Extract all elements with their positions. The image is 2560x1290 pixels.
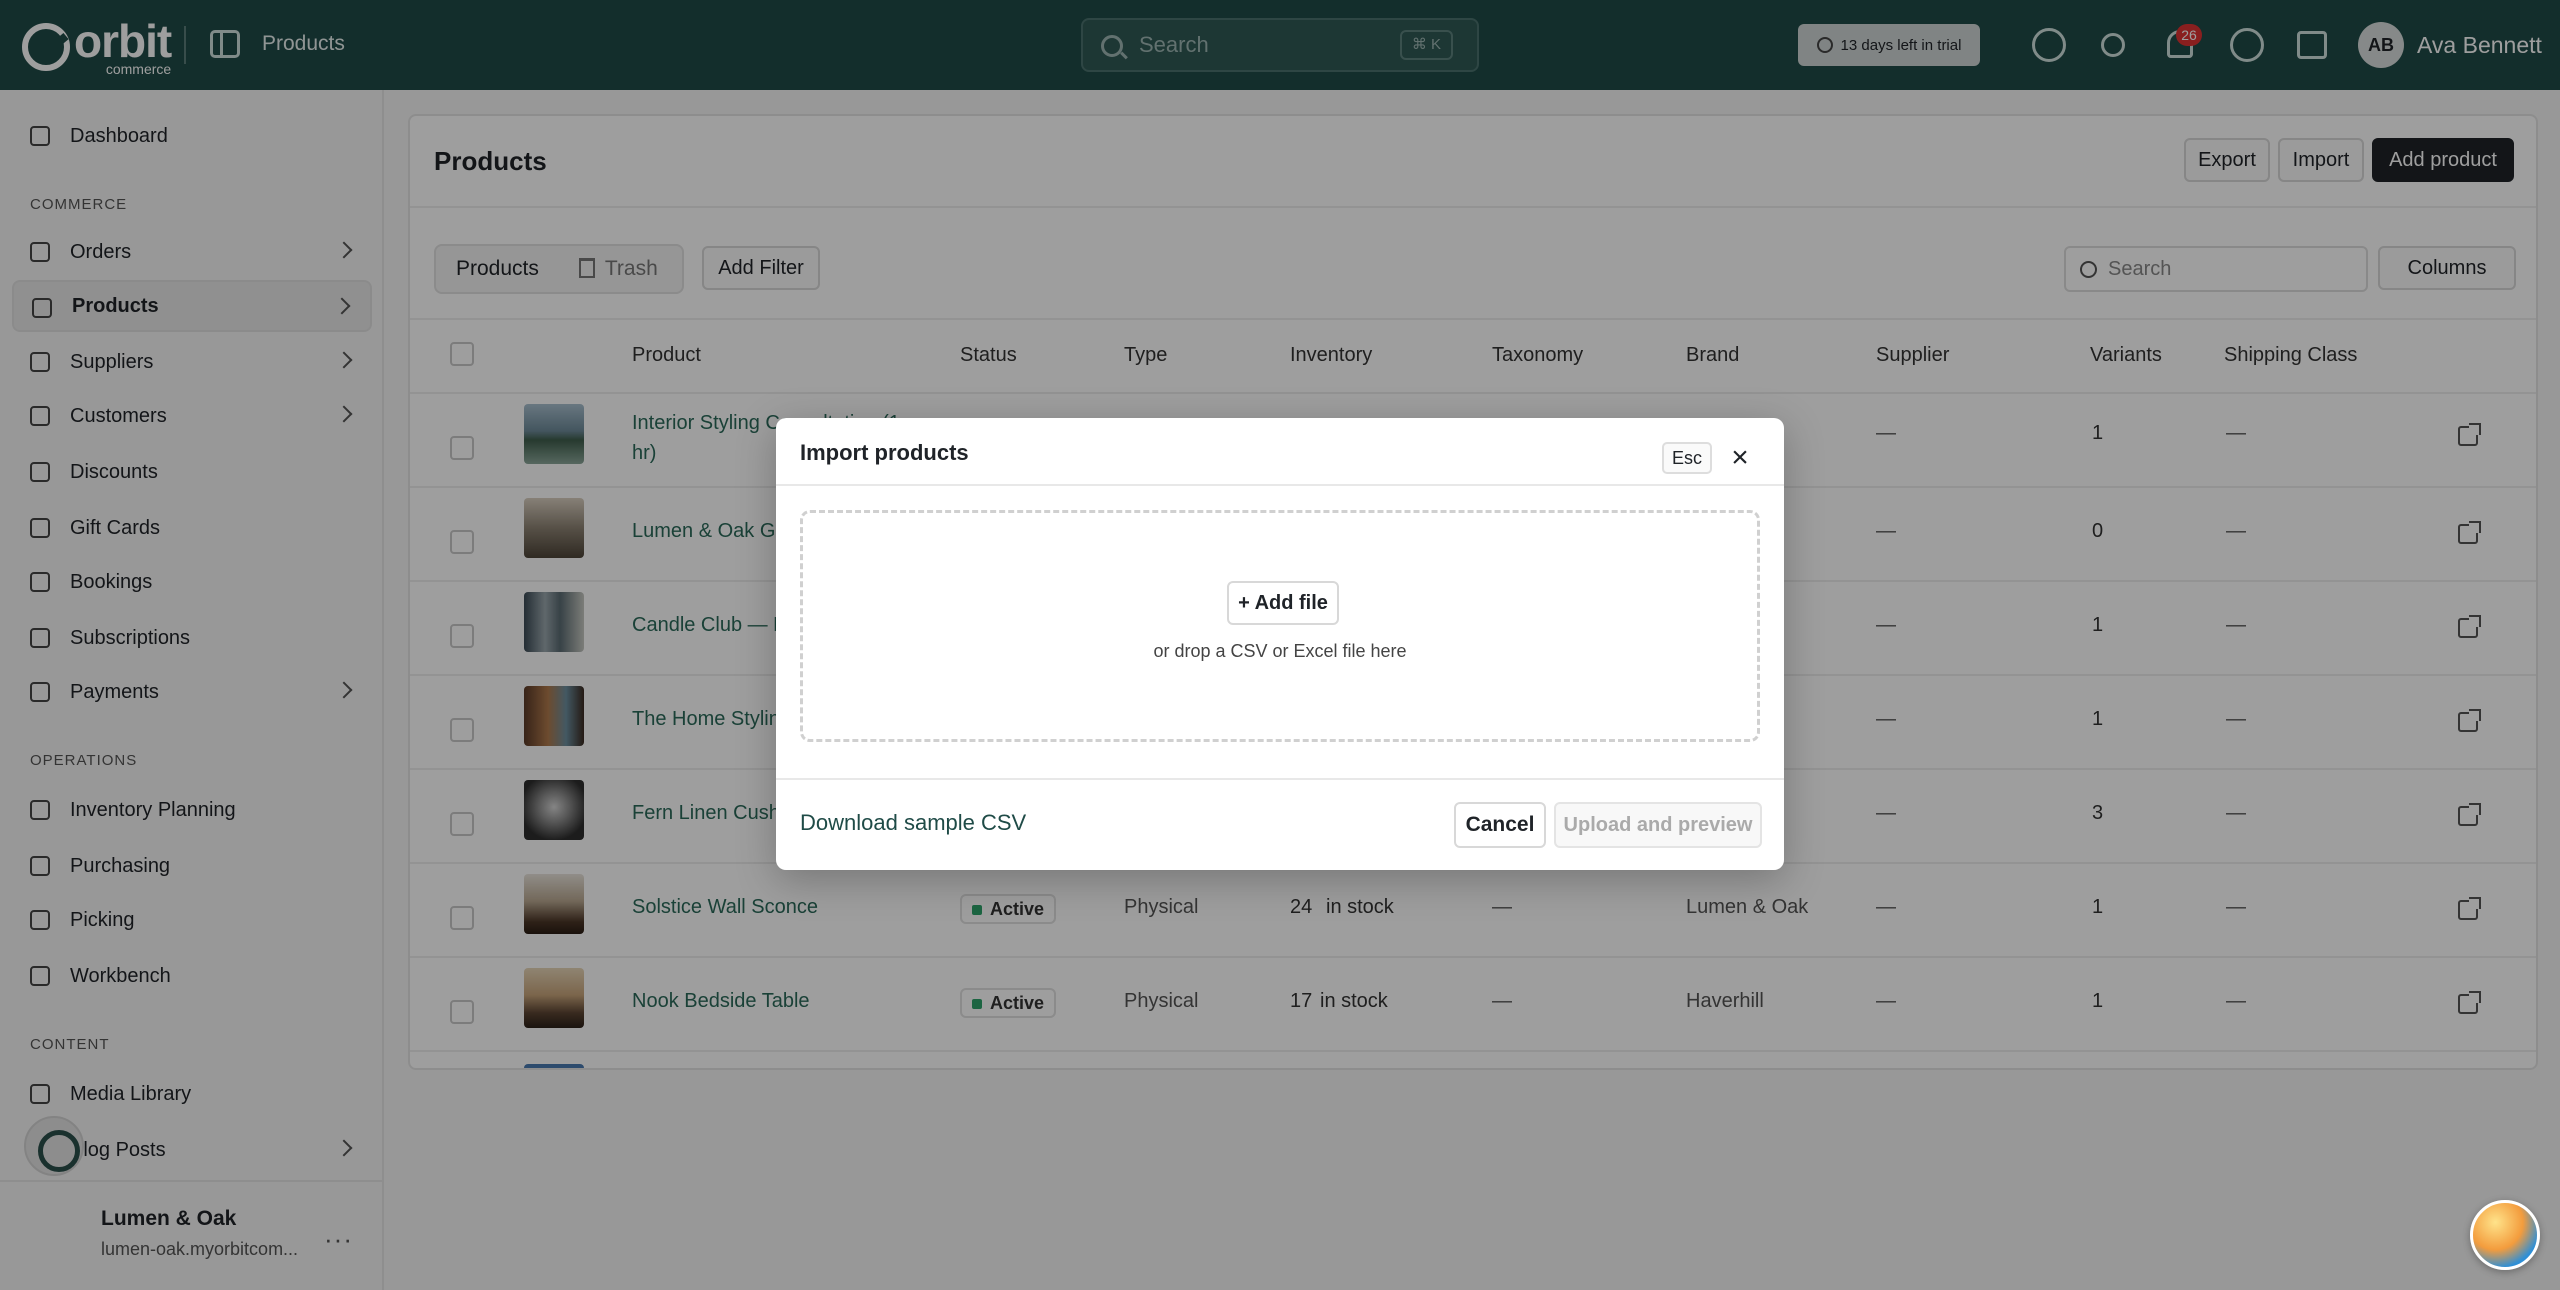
- add-file-button[interactable]: + Add file: [1227, 581, 1339, 625]
- close-icon[interactable]: ×: [1724, 442, 1756, 474]
- drop-hint: or drop a CSV or Excel file here: [1153, 641, 1407, 661]
- dialog-title: Import products: [800, 440, 969, 465]
- download-sample-link[interactable]: Download sample CSV: [800, 810, 1026, 836]
- cancel-button[interactable]: Cancel: [1454, 802, 1546, 848]
- esc-key-hint: Esc: [1662, 442, 1713, 474]
- file-dropzone[interactable]: + Add file or drop a CSV or Excel file h…: [800, 510, 1760, 742]
- upload-preview-button[interactable]: Upload and preview: [1554, 802, 1762, 848]
- dialog-divider: [776, 484, 1784, 486]
- dialog-divider: [776, 778, 1784, 780]
- import-products-dialog: Import products Esc × + Add file or drop…: [776, 418, 1784, 870]
- assistant-avatar-icon[interactable]: [2470, 1200, 2540, 1270]
